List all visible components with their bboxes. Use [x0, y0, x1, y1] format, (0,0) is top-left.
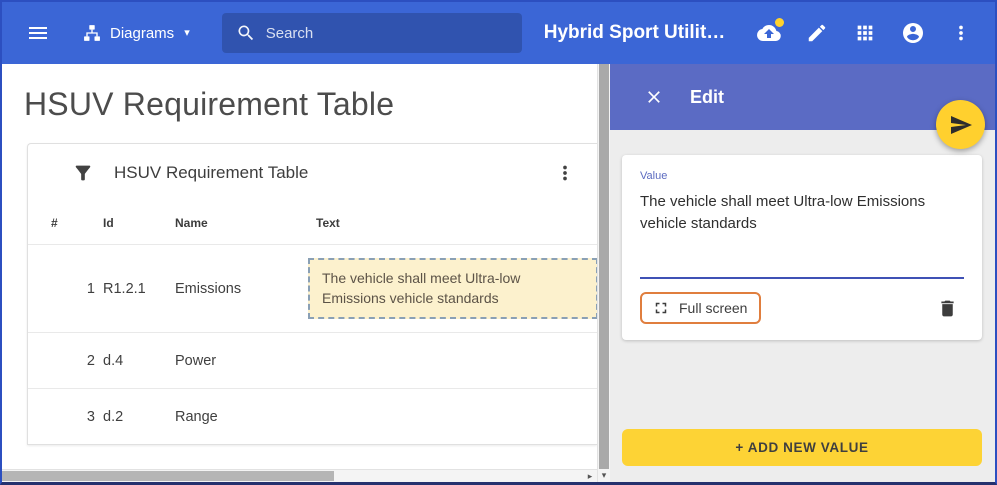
edit-mode-button[interactable]: [797, 13, 837, 53]
value-input[interactable]: The vehicle shall meet Ultra-low Emissio…: [640, 191, 964, 235]
send-fab[interactable]: [936, 100, 985, 149]
cell-id: R1.2.1: [103, 281, 175, 297]
cell-id: d.4: [103, 353, 175, 369]
diagrams-icon: [82, 23, 102, 43]
vscroll-thumb[interactable]: [599, 64, 609, 469]
send-icon: [949, 113, 973, 137]
scroll-down-arrow[interactable]: ▾: [598, 469, 610, 482]
more-vert-icon: [554, 162, 576, 184]
search-icon: [236, 23, 256, 43]
page-title: HSUV Requirement Table: [24, 86, 597, 123]
pencil-icon: [806, 22, 828, 44]
account-icon: [901, 21, 925, 45]
horizontal-scrollbar[interactable]: ▸: [2, 469, 597, 482]
column-header-num: #: [51, 216, 103, 230]
fullscreen-button[interactable]: Full screen: [640, 292, 761, 324]
table-header: HSUV Requirement Table: [28, 144, 597, 202]
cell-num: 2: [51, 353, 103, 369]
fullscreen-icon: [652, 299, 670, 317]
apps-grid-icon: [854, 22, 876, 44]
table-row[interactable]: 1 R1.2.1 Emissions The vehicle shall mee…: [28, 244, 597, 332]
cell-name: Emissions: [175, 281, 316, 297]
table-row[interactable]: 2 d.4 Power: [28, 332, 597, 388]
trash-icon: [937, 298, 958, 319]
requirement-table-card: HSUV Requirement Table # Id Name Text 1 …: [27, 143, 597, 445]
notification-badge: [775, 18, 784, 27]
value-controls: Full screen: [640, 292, 964, 324]
app-window: Diagrams ▾ Hybrid Sport Utilit…: [0, 0, 997, 485]
column-header-id: Id: [103, 216, 175, 230]
delete-value-button[interactable]: [937, 298, 958, 319]
cell-name: Power: [175, 353, 316, 369]
close-panel-button[interactable]: [644, 87, 664, 107]
table-title: HSUV Requirement Table: [114, 163, 308, 183]
caret-down-icon: ▾: [184, 28, 190, 39]
sync-button[interactable]: [749, 13, 789, 53]
cell-num: 1: [51, 281, 103, 297]
hscroll-thumb[interactable]: [2, 471, 334, 481]
diagrams-label: Diagrams: [110, 25, 174, 42]
panel-title: Edit: [690, 87, 724, 108]
cell-id: d.2: [103, 409, 175, 425]
main-view: HSUV Requirement Table HSUV Requirement …: [2, 64, 597, 482]
topbar-actions: [749, 13, 981, 53]
topbar: Diagrams ▾ Hybrid Sport Utilit…: [2, 2, 995, 64]
document-title: Hybrid Sport Utilit…: [544, 22, 726, 44]
cell-name: Range: [175, 409, 316, 425]
value-label: Value: [640, 170, 964, 182]
column-header-text: Text: [316, 216, 597, 230]
close-icon: [644, 87, 664, 107]
vertical-scrollbar[interactable]: ▾: [597, 64, 610, 482]
apps-button[interactable]: [845, 13, 885, 53]
menu-button[interactable]: [18, 13, 58, 53]
hamburger-icon: [26, 21, 50, 45]
fullscreen-label: Full screen: [679, 300, 747, 316]
account-button[interactable]: [893, 13, 933, 53]
more-vert-icon: [950, 22, 972, 44]
table-row[interactable]: 3 d.2 Range: [28, 388, 597, 444]
scroll-right-arrow[interactable]: ▸: [584, 470, 596, 482]
more-options-button[interactable]: [941, 13, 981, 53]
filter-icon: [72, 162, 94, 184]
value-card: Value The vehicle shall meet Ultra-low E…: [622, 155, 982, 340]
edit-panel: Edit Value The vehicle shall meet Ultra-…: [610, 64, 995, 482]
column-header-name: Name: [175, 216, 316, 230]
table-column-headers: # Id Name Text: [28, 202, 597, 244]
input-underline: [640, 277, 964, 279]
content-area: HSUV Requirement Table HSUV Requirement …: [2, 64, 995, 482]
cell-num: 3: [51, 409, 103, 425]
search-input[interactable]: [266, 25, 508, 42]
filter-button[interactable]: [70, 160, 96, 186]
selected-text-cell[interactable]: The vehicle shall meet Ultra-low Emissio…: [308, 258, 597, 319]
diagrams-menu[interactable]: Diagrams ▾: [82, 23, 190, 43]
add-new-value-button[interactable]: + ADD NEW VALUE: [622, 429, 982, 466]
table-menu-button[interactable]: [551, 159, 579, 187]
search-bar: [222, 13, 522, 53]
